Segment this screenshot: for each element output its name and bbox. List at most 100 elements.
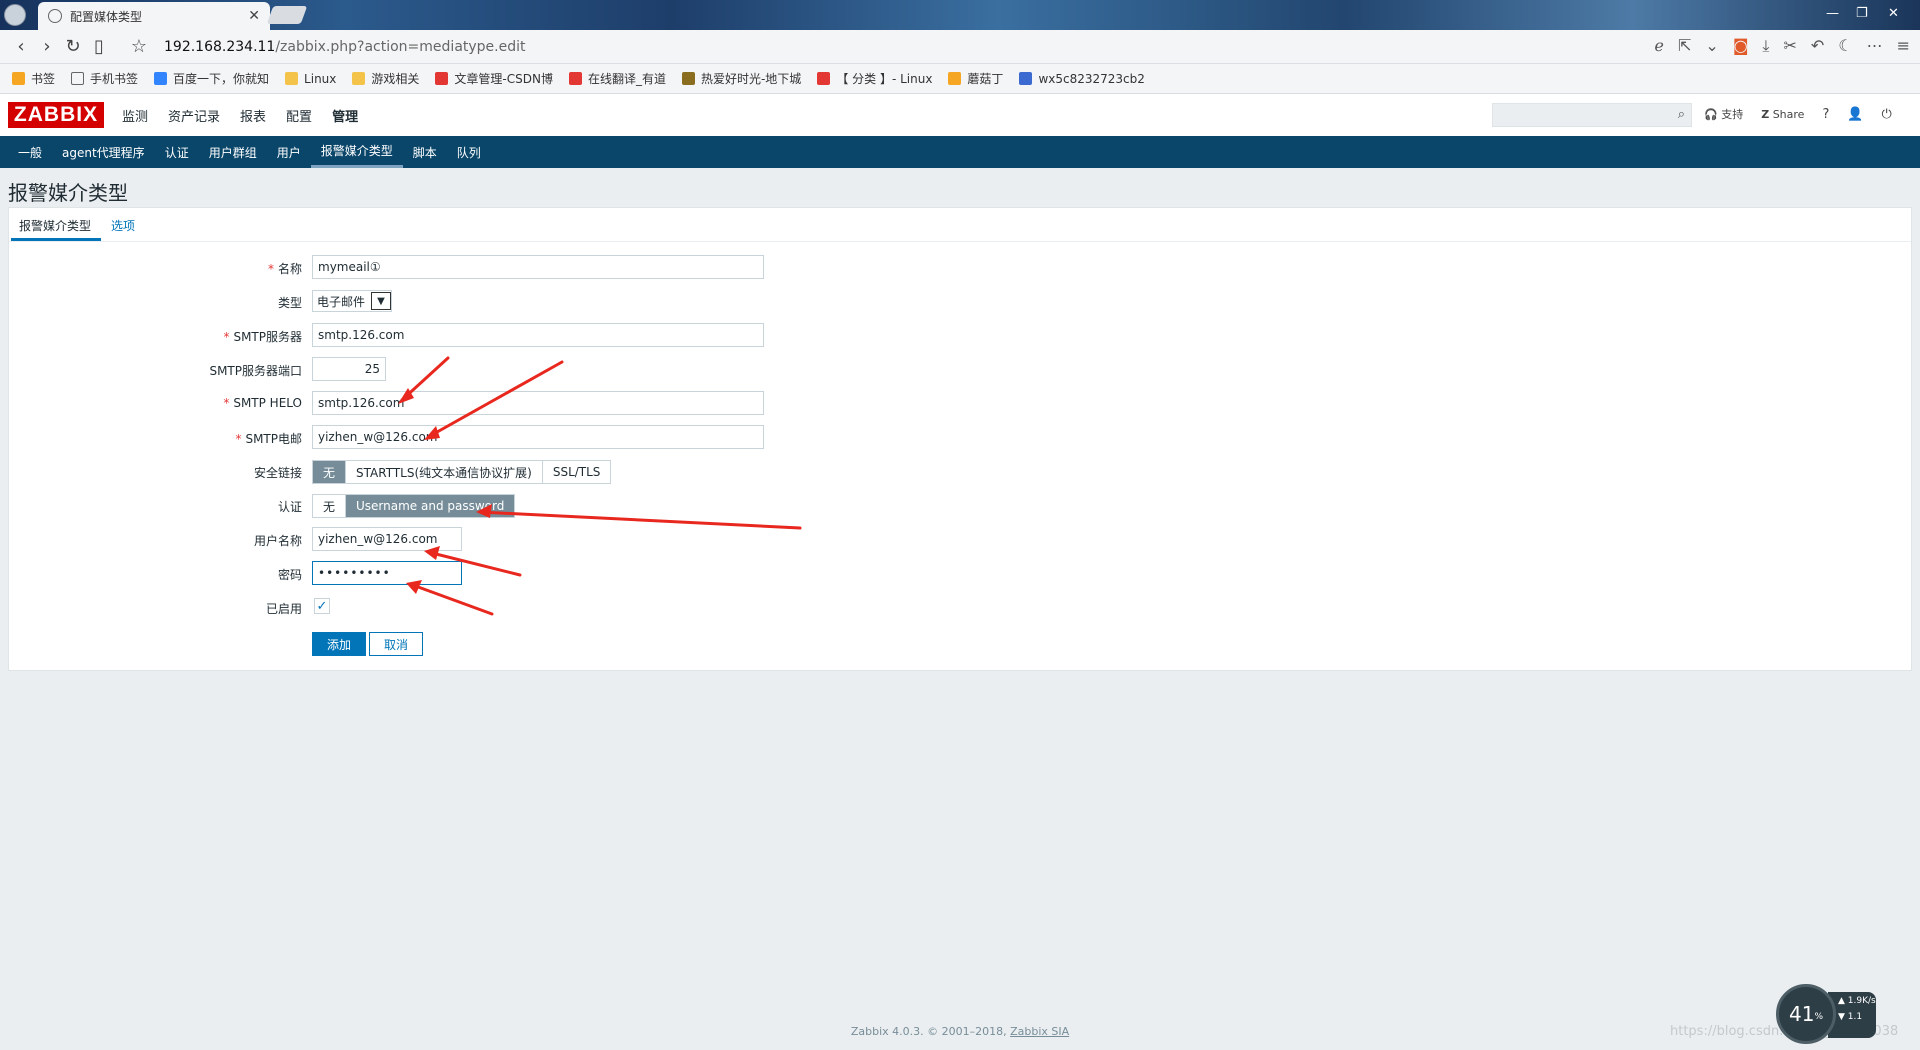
bookmarks-bar: 书签 手机书签 百度一下，你就知 Linux 游戏相关 文章管理-CSDN博 在… — [0, 64, 1920, 94]
security-none-option[interactable]: 无 — [313, 461, 347, 483]
bookmark-item[interactable]: wx5c8232723cb2 — [1019, 72, 1145, 86]
user-avatar[interactable] — [4, 4, 26, 26]
csdn-icon — [435, 72, 449, 85]
media-type-form: 报警媒介类型 选项 * 名称 mymeail① 类型 电子邮件 ▼ * SMTP服务… — [8, 207, 1912, 671]
chevron-down-icon: ▼ — [371, 292, 392, 310]
globe-icon — [48, 9, 62, 23]
menu-inventory[interactable]: 资产记录 — [158, 106, 230, 125]
ie-mode-icon[interactable]: ℯ — [1655, 36, 1664, 56]
security-ssl-option[interactable]: SSL/TLS — [542, 461, 611, 483]
submenu-proxies[interactable]: agent代理程序 — [52, 136, 155, 168]
reader-icon[interactable]: ▯ — [86, 36, 112, 57]
cut-icon[interactable]: ✂ — [1783, 36, 1796, 56]
back-icon[interactable]: ‹ — [8, 36, 34, 57]
share-icon[interactable]: ⇱ — [1678, 36, 1691, 56]
smtp-email-input[interactable]: yizhen_w@126.com — [312, 425, 764, 449]
smtp-port-label: SMTP服务器端口 — [209, 364, 302, 378]
auth-label: 认证 — [277, 500, 302, 514]
new-tab-button[interactable] — [266, 6, 308, 24]
url-host: 192.168.234.11 — [164, 38, 276, 55]
download-icon[interactable]: ⤓ — [1762, 36, 1769, 56]
menu-administration[interactable]: 管理 — [322, 106, 368, 125]
menu-monitoring[interactable]: 监测 — [112, 106, 158, 125]
submenu-queue[interactable]: 队列 — [447, 136, 491, 168]
menu-icon[interactable]: ≡ — [1897, 36, 1910, 56]
menu-configuration[interactable]: 配置 — [276, 106, 322, 125]
zabbix-sia-link[interactable]: Zabbix SIA — [1010, 1025, 1069, 1038]
zabbix-logo[interactable]: ZABBIX — [8, 102, 104, 128]
minimize-icon[interactable]: — — [1826, 6, 1839, 21]
submenu-media-types[interactable]: 报警媒介类型 — [310, 136, 403, 168]
submenu-scripts[interactable]: 脚本 — [403, 136, 447, 168]
security-starttls-option[interactable]: STARTTLS(纯文本通信协议扩展) — [346, 461, 543, 483]
close-tab-icon[interactable]: ✕ — [248, 8, 260, 24]
bookmark-item[interactable]: 【 分类 】- Linux — [817, 70, 932, 87]
bookmark-item[interactable]: 在线翻译_有道 — [568, 70, 666, 87]
phone-icon — [71, 72, 85, 85]
smtp-email-label: * SMTP电邮 — [235, 432, 302, 446]
user-profile-icon[interactable]: 👤 — [1847, 107, 1863, 122]
wx-icon — [1019, 72, 1033, 85]
baidu-icon — [154, 72, 168, 85]
add-button[interactable]: 添加 — [312, 632, 367, 656]
tab-media-type[interactable]: 报警媒介类型 — [19, 217, 91, 234]
bookmark-item[interactable]: 手机书签 — [71, 70, 138, 87]
share-link[interactable]: Z Share — [1761, 108, 1804, 121]
tab-options[interactable]: 选项 — [111, 217, 135, 234]
enabled-checkbox[interactable]: ✓ — [314, 598, 330, 614]
menu-reports[interactable]: 报表 — [230, 106, 276, 125]
smtp-helo-label: * SMTP HELO — [223, 396, 302, 410]
logout-icon[interactable]: ⏻ — [1882, 107, 1892, 122]
username-input[interactable]: yizhen_w@126.com — [312, 527, 462, 551]
search-icon[interactable]: ⌕ — [1678, 107, 1685, 122]
help-icon[interactable]: ? — [1822, 107, 1829, 122]
main-menu: 监测 资产记录 报表 配置 管理 — [112, 106, 368, 125]
zabbix-header: ZABBIX 监测 资产记录 报表 配置 管理 ⌕ 🎧 支持 Z Share ?… — [0, 94, 1920, 136]
bookmark-item[interactable]: 蘑菇丁 — [948, 70, 1003, 87]
smtp-port-input[interactable]: 25 — [312, 357, 386, 381]
browser-tab-bar: 配置媒体类型 ✕ — ❐ ✕ — [0, 0, 1920, 30]
support-link[interactable]: 🎧 支持 — [1704, 106, 1743, 122]
network-speed-widget[interactable]: ▲ 1.9K/s ▼ 1.1 41% — [1776, 984, 1916, 1044]
name-input[interactable]: mymeail① — [312, 255, 764, 279]
close-window-icon[interactable]: ✕ — [1888, 6, 1899, 21]
gamepad-icon[interactable]: ◙ — [1733, 36, 1749, 56]
auth-none-option[interactable]: 无 — [313, 495, 347, 517]
bookmark-item[interactable]: 书签 — [12, 70, 55, 87]
undo-icon[interactable]: ↶ — [1811, 36, 1824, 56]
sub-menu: 一般 agent代理程序 认证 用户群组 用户 报警媒介类型 脚本 队列 — [0, 136, 1920, 168]
night-mode-icon[interactable]: ☾ — [1838, 36, 1852, 56]
browser-tab[interactable]: 配置媒体类型 ✕ — [38, 2, 270, 30]
game-icon — [681, 72, 695, 85]
smtp-server-input[interactable]: smtp.126.com — [312, 323, 764, 347]
bookmark-item[interactable]: 游戏相关 — [352, 70, 419, 87]
url-field[interactable]: 192.168.234.11/zabbix.php?action=mediaty… — [164, 39, 526, 55]
security-label: 安全链接 — [253, 466, 302, 480]
submenu-authentication[interactable]: 认证 — [155, 136, 199, 168]
reload-icon[interactable]: ↻ — [60, 36, 86, 57]
forward-icon[interactable]: › — [34, 36, 60, 57]
submenu-user-groups[interactable]: 用户群组 — [199, 136, 267, 168]
password-input[interactable]: ••••••••• — [312, 561, 462, 585]
auth-toggle: 无 Username and password — [312, 494, 516, 518]
bookmark-star-icon[interactable]: ☆ — [126, 36, 152, 57]
type-select[interactable]: 电子邮件 ▼ — [312, 290, 393, 312]
submenu-users[interactable]: 用户 — [267, 136, 311, 168]
bookmark-item[interactable]: 热爱好时光-地下城 — [681, 70, 801, 87]
cancel-button[interactable]: 取消 — [369, 632, 424, 656]
search-input[interactable]: ⌕ — [1492, 103, 1692, 127]
page-title: 报警媒介类型 — [8, 181, 128, 205]
bookmark-item[interactable]: 百度一下，你就知 — [154, 70, 269, 87]
restore-icon[interactable]: ❐ — [1856, 6, 1868, 21]
bookmark-item[interactable]: 文章管理-CSDN博 — [435, 70, 553, 87]
auth-username-password-option[interactable]: Username and password — [346, 495, 515, 517]
type-label: 类型 — [277, 296, 302, 310]
bookmark-item[interactable]: Linux — [285, 72, 336, 86]
smtp-helo-input[interactable]: smtp.126.com — [312, 391, 764, 415]
mushroom-icon — [948, 72, 962, 85]
submenu-general[interactable]: 一般 — [8, 136, 52, 168]
chevron-down-icon[interactable]: ⌄ — [1705, 36, 1718, 56]
page-footer: Zabbix 4.0.3. © 2001–2018, Zabbix SIA — [850, 1025, 1070, 1038]
address-bar: ‹ › ↻ ▯ ☆ 192.168.234.11/zabbix.php?acti… — [0, 30, 1920, 64]
more-icon[interactable]: ⋯ — [1867, 36, 1883, 56]
